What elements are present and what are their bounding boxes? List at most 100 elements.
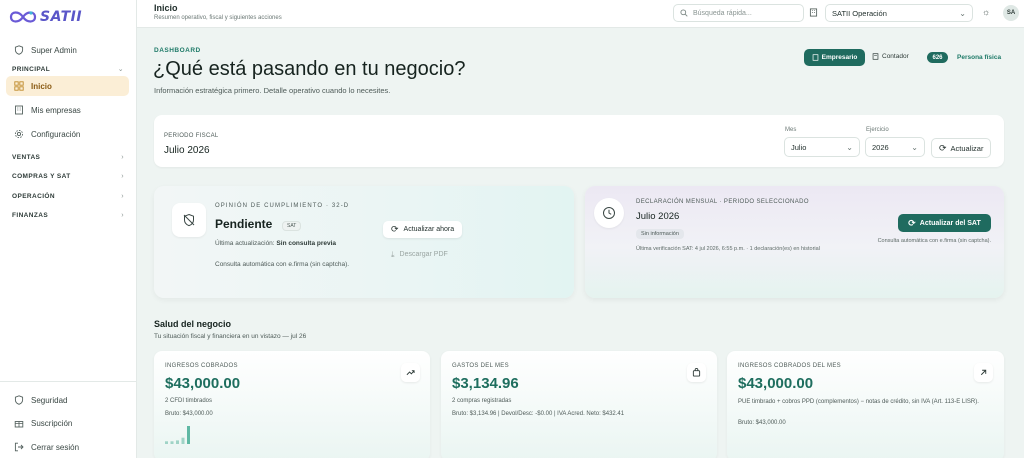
period-label: PERIODO FISCAL <box>164 133 219 139</box>
last-update-label: Última actualización: <box>215 240 275 247</box>
sparkline-bar <box>181 437 185 444</box>
role-label: Empresario <box>821 54 858 61</box>
refresh-sat-button[interactable]: ⟳ Actualizar del SAT <box>898 214 991 232</box>
building-icon <box>812 54 818 61</box>
section-label: OPERACIÓN <box>12 193 55 200</box>
section-ventas[interactable]: VENTAS › <box>12 154 124 161</box>
sidebar-item-suscripcion[interactable]: Suscripción <box>6 413 129 433</box>
sidebar-item-configuracion[interactable]: Configuración <box>6 124 129 144</box>
section-finanzas[interactable]: FINANZAS › <box>12 212 124 219</box>
opinion-status: Pendiente <box>215 217 273 231</box>
dashboard-headline: ¿Qué está pasando en tu negocio? <box>153 58 466 80</box>
app-logo[interactable]: SATII <box>8 8 82 26</box>
metric-card-ingresos[interactable]: INGRESOS COBRADOS $43,000.00 2 CFDI timb… <box>154 351 430 458</box>
role-count-badge: 626 <box>927 52 948 63</box>
section-operacion[interactable]: OPERACIÓN › <box>12 193 124 200</box>
month-select[interactable]: Julio ⌄ <box>784 137 860 157</box>
metric-card-ingresos-mes[interactable]: INGRESOS COBRADOS DEL MES $43,000.00 PUE… <box>727 351 1004 458</box>
section-label: FINANZAS <box>12 212 49 219</box>
gear-icon <box>14 129 24 139</box>
top-bar: Inicio Resumen operativo, fiscal y sigui… <box>137 0 1024 28</box>
sidebar-item-label: Cerrar sesión <box>31 442 80 452</box>
page-subtitle: Resumen operativo, fiscal y siguientes a… <box>154 15 282 21</box>
sparkline-bar <box>176 440 179 444</box>
sat-badge: SAT <box>282 221 302 231</box>
health-title: Salud del negocio <box>154 319 232 329</box>
role-toggle-empresario[interactable]: Empresario <box>804 49 865 66</box>
year-label: Ejercicio <box>866 127 889 133</box>
trend-up-icon[interactable] <box>401 363 420 382</box>
shield-icon <box>14 45 24 55</box>
chevron-right-icon: › <box>121 193 124 200</box>
month-label: Mes <box>785 127 797 133</box>
section-label: PRINCIPAL <box>12 65 51 73</box>
sidebar-item-super-admin[interactable]: Super Admin <box>6 40 129 60</box>
dashboard-kicker: DASHBOARD <box>154 47 201 54</box>
logo-text: SATII <box>40 9 83 25</box>
gift-icon <box>14 418 24 428</box>
arrow-up-right-icon[interactable] <box>974 363 993 382</box>
sidebar-item-cerrar-sesion[interactable]: Cerrar sesión <box>6 437 129 457</box>
sparkline-bar <box>170 441 174 444</box>
refresh-now-button[interactable]: ⟳ Actualizar ahora <box>383 221 463 238</box>
opinion-kicker: OPINIÓN DE CUMPLIMIENTO · 32-D <box>215 203 350 209</box>
shield-icon <box>14 395 24 405</box>
sidebar-item-inicio[interactable]: Inicio <box>6 76 129 96</box>
chevron-down-icon: ⌄ <box>846 142 853 152</box>
sidebar-item-label: Configuración <box>31 129 81 139</box>
declaration-period: Julio 2026 <box>636 211 680 222</box>
metric-gross: Bruto: $43,000.00 <box>738 420 786 426</box>
company-select-value: SATII Operación <box>832 8 887 18</box>
chevron-right-icon: › <box>121 212 124 219</box>
year-select[interactable]: 2026 ⌄ <box>865 137 925 157</box>
refresh-period-button[interactable]: ⟳ Actualizar <box>931 138 992 158</box>
last-update-value: Sin consulta previa <box>276 240 337 247</box>
button-label: Actualizar del SAT <box>919 219 981 227</box>
metric-gross: Bruto: $43,000.00 <box>165 411 213 417</box>
bag-icon[interactable] <box>687 363 706 382</box>
sidebar-item-label: Inicio <box>31 81 52 91</box>
sidebar-item-label: Super Admin <box>31 45 77 55</box>
sparkline-bar <box>187 426 190 444</box>
role-toggle-contador[interactable]: Contador <box>872 53 909 60</box>
grid-icon <box>14 81 24 91</box>
monthly-declaration-card: DECLARACIÓN MENSUAL · PERIODO SELECCIONA… <box>585 186 1004 298</box>
metric-gross: Bruto: $3,134.96 | Devol/Desc: -$0.00 | … <box>452 411 625 417</box>
dashboard-lede: Información estratégica primero. Detalle… <box>154 86 391 95</box>
chevron-down-icon: ⌄ <box>911 142 918 152</box>
period-value: Julio 2026 <box>164 145 210 156</box>
metric-value: $43,000.00 <box>165 375 241 392</box>
building-icon <box>809 8 818 19</box>
refresh-icon: ⟳ <box>939 142 947 153</box>
search-placeholder: Búsqueda rápida... <box>693 9 752 17</box>
sidebar: SATII Super Admin PRINCIPAL ⌄ Inicio Mis… <box>0 0 137 458</box>
section-principal[interactable]: PRINCIPAL ⌄ <box>12 65 124 74</box>
calculator-icon <box>872 53 879 60</box>
download-pdf-button[interactable]: ⤓ Descargar PDF <box>383 246 456 263</box>
role-toggle-persona-fisica[interactable]: Persona física <box>957 54 1001 61</box>
refresh-icon: ⟳ <box>908 217 916 228</box>
section-compras[interactable]: COMPRAS Y SAT › <box>12 173 124 180</box>
sparkline-bar <box>165 441 168 444</box>
sidebar-item-label: Seguridad <box>31 395 68 405</box>
declaration-auto-note: Consulta automática con e.firma (sin cap… <box>877 238 991 244</box>
declaration-note: Última verificación SAT: 4 jul 2026, 6:5… <box>636 246 820 252</box>
chevron-down-icon: ⌄ <box>959 8 966 18</box>
section-label: VENTAS <box>12 154 41 161</box>
income-sparkline <box>165 426 190 444</box>
opinion-note: Consulta automática con e.firma (sin cap… <box>215 261 350 268</box>
sidebar-item-seguridad[interactable]: Seguridad <box>6 390 129 410</box>
declaration-status-badge: Sin información <box>636 229 684 239</box>
opinion-last-update: Última actualización: Sin consulta previ… <box>215 240 336 247</box>
metric-value: $43,000.00 <box>738 375 814 392</box>
search-input[interactable]: Búsqueda rápida... <box>673 4 804 22</box>
sidebar-item-empresas[interactable]: Mis empresas <box>6 100 129 120</box>
button-label: Descargar PDF <box>399 251 448 258</box>
company-select[interactable]: SATII Operación ⌄ <box>825 4 973 22</box>
metric-card-gastos[interactable]: GASTOS DEL MES $3,134.96 2 compras regis… <box>441 351 717 458</box>
health-subtitle: Tu situación fiscal y financiera en un v… <box>154 333 307 340</box>
metric-detail: 2 compras registradas <box>452 398 512 404</box>
logout-icon <box>14 442 24 452</box>
theme-toggle-sun-icon[interactable]: ☼ <box>982 7 990 17</box>
avatar[interactable]: SA <box>1003 5 1019 21</box>
